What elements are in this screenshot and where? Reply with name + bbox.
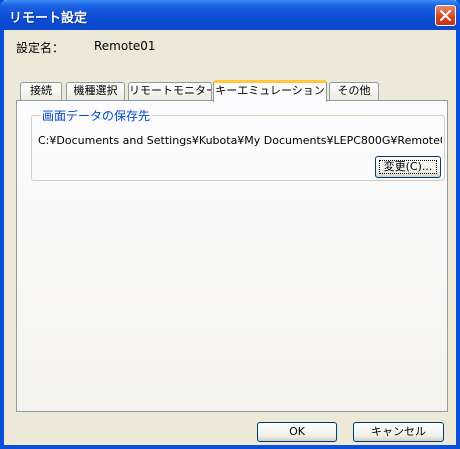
tab-panel: 画面データの保存先 C:¥Documents and Settings¥Kubo… [16, 100, 448, 412]
screen-data-save-group: 画面データの保存先 C:¥Documents and Settings¥Kubo… [31, 107, 445, 181]
tab-model-select[interactable]: 機種選択 [66, 82, 125, 100]
change-button[interactable]: 変更(C)... [375, 156, 441, 178]
close-button[interactable] [435, 5, 456, 26]
tab-key-emulation[interactable]: キーエミュレーション [213, 80, 327, 102]
close-icon [440, 10, 451, 21]
title-bar[interactable]: リモート設定 [0, 0, 460, 30]
group-title: 画面データの保存先 [40, 107, 153, 124]
tab-other[interactable]: その他 [329, 82, 379, 100]
remote-settings-dialog: リモート設定 設定名： Remote01 接続 機種選択 リモートモニター キー… [0, 0, 460, 449]
save-path-text: C:¥Documents and Settings¥Kubota¥My Docu… [38, 134, 442, 147]
tab-connection[interactable]: 接続 [20, 82, 62, 100]
focus-rect [379, 160, 437, 174]
cancel-button[interactable]: キャンセル [353, 422, 444, 442]
setting-name-value: Remote01 [94, 39, 156, 53]
window-title: リモート設定 [9, 11, 88, 26]
setting-name-label: 設定名： [16, 41, 65, 55]
ok-button[interactable]: OK [257, 422, 337, 442]
tab-remote-monitor[interactable]: リモートモニター [128, 82, 212, 100]
